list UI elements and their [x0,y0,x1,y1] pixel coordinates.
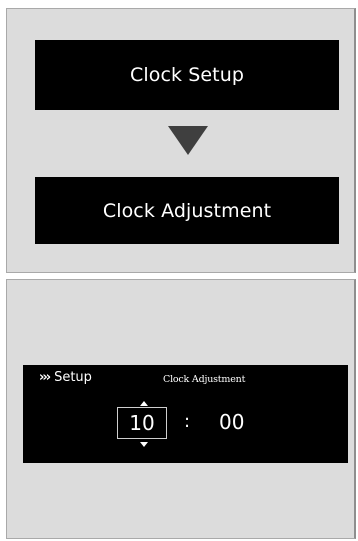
screen-title: Clock Adjustment [163,374,246,385]
flow-diagram-panel: Clock Setup Clock Adjustment [6,8,356,273]
clock-adjustment-screen: ››› Setup Clock Adjustment 10 : 00 [23,365,348,463]
clock-setup-label: Clock Setup [129,64,245,86]
clock-adjustment-step: Clock Adjustment [35,177,339,244]
increment-arrow-icon[interactable] [140,401,148,406]
clock-adjustment-label: Clock Adjustment [102,199,272,222]
breadcrumb-setup-label: Setup [54,370,92,385]
minute-field[interactable]: 00 [219,410,244,434]
decrement-arrow-icon[interactable] [140,442,148,447]
display-panel: ››› Setup Clock Adjustment 10 : 00 [6,279,356,539]
clock-setup-step: Clock Setup [35,40,339,110]
time-separator: : [184,411,191,432]
breadcrumb[interactable]: ››› Setup [39,370,92,385]
hour-field[interactable]: 10 [117,407,167,439]
arrow-down-icon [168,126,208,155]
chevrons-icon: ››› [39,370,51,385]
hour-value: 10 [129,411,155,435]
